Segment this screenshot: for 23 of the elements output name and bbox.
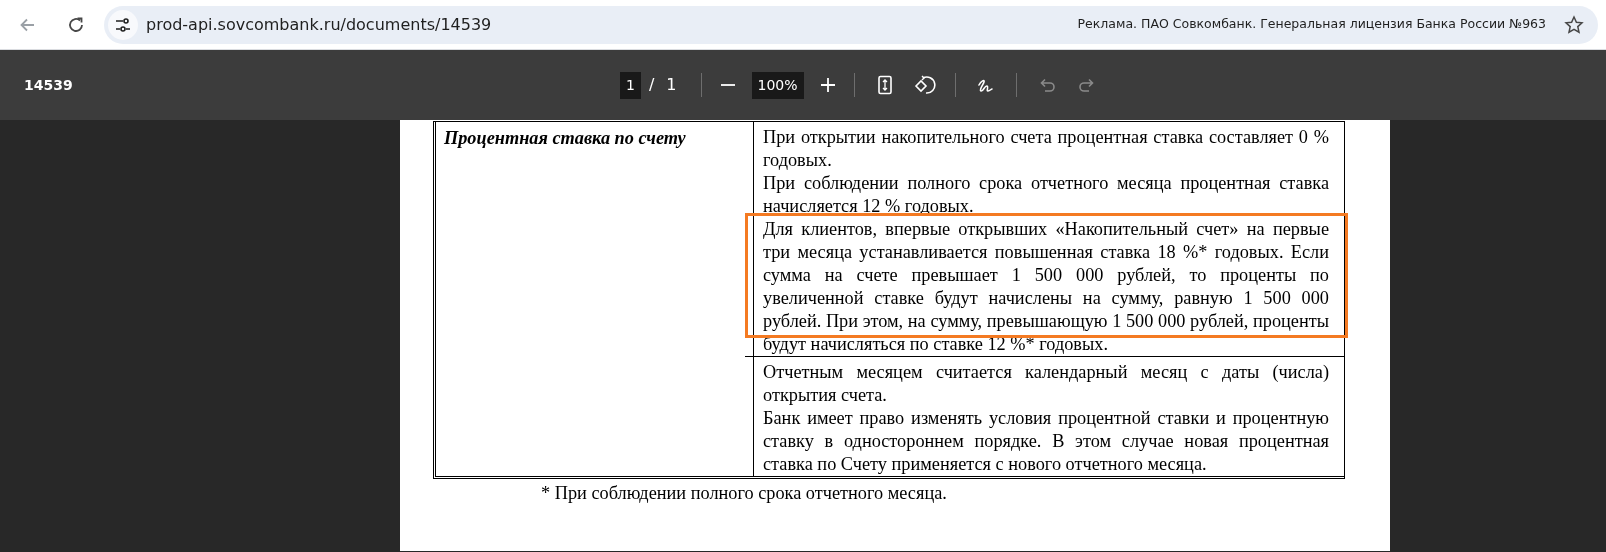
page-count: 1 <box>666 74 677 96</box>
site-settings-button[interactable] <box>108 9 138 40</box>
rotate-icon <box>913 75 936 95</box>
minus-icon <box>720 84 735 86</box>
paragraph: Банк имеет право изменять условия процентной ставки и процентную ставку в одностороннем порядке. В этом случае новая процентная ставка по Счету применяется с нового отчетного месяца. <box>763 407 1329 476</box>
paragraph: При открытии накопительного счета процентная ставка составляет 0 % годовых. <box>763 126 1329 172</box>
fit-page-icon <box>875 75 894 95</box>
reload-icon <box>67 15 85 34</box>
plus-icon <box>818 76 837 94</box>
paragraph: При соблюдении полного срока отчетного месяца процентная ставка начисляется 12 % годовых. <box>763 172 1329 218</box>
paragraph: Отчетным месяцем считается календарный месяц с даты (числа) открытия счета. <box>763 361 1329 407</box>
star-icon <box>1564 14 1584 35</box>
ad-disclaimer: Реклама. ПАО Совкомбанк. Генеральная лицензия Банка России №963 <box>1077 15 1546 34</box>
address-bar[interactable]: prod-api.sovcombank.ru/documents/14539 Реклама. ПАО Совкомбанк. Генеральная лицензия Банка России №963 <box>104 5 1598 44</box>
page-number-field[interactable]: 1 <box>620 71 641 99</box>
redo-icon <box>1077 76 1096 94</box>
footnote: * При соблюдении полного срока отчетного месяца. <box>541 482 948 505</box>
page-separator: / <box>648 74 655 96</box>
url-text: prod-api.sovcombank.ru/documents/14539 <box>146 13 492 36</box>
sliders-icon <box>114 15 132 34</box>
row-label: Процентная ставка по счету <box>444 127 687 150</box>
zoom-field[interactable]: 100% <box>751 71 804 99</box>
document-title: 14539 <box>23 75 74 95</box>
